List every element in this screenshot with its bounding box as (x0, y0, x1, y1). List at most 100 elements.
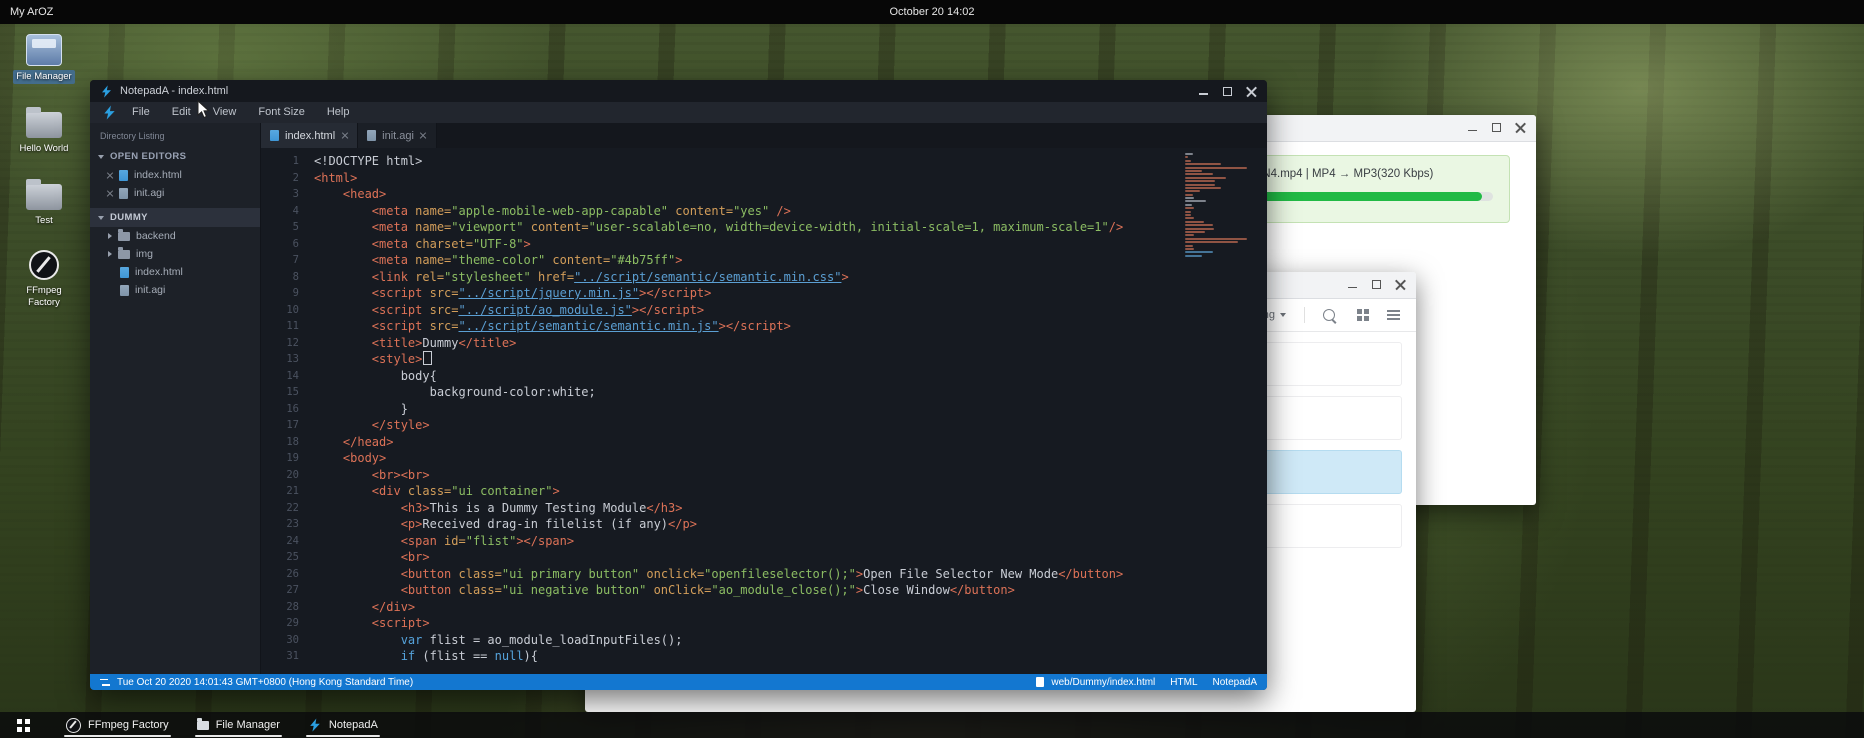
minimize-icon[interactable] (1198, 86, 1209, 97)
status-filepath: web/Dummy/index.html (1051, 677, 1155, 688)
code-line-6[interactable]: 6 <meta charset="UTF-8"> (261, 236, 1267, 253)
code-line-24[interactable]: 24 <span id="flist"></span> (261, 533, 1267, 550)
code-line-11[interactable]: 11 <script src="../script/semantic/seman… (261, 318, 1267, 335)
minimap-line (1185, 167, 1247, 169)
maximize-icon[interactable] (1491, 122, 1502, 133)
code-line-25[interactable]: 25 <br> (261, 549, 1267, 566)
code-line-1[interactable]: 1<!DOCTYPE html> (261, 153, 1267, 170)
tree-item-init.agi[interactable]: init.agi (90, 281, 260, 299)
aroz-menu[interactable]: My ArOZ (10, 6, 53, 18)
tree-item-img[interactable]: img (90, 245, 260, 263)
minimap-line (1185, 234, 1194, 236)
desktop-icon-ffmpeg-factory[interactable]: FFmpeg Factory (8, 250, 80, 310)
close-file-icon[interactable] (106, 190, 113, 197)
menu-file[interactable]: File (121, 106, 161, 118)
code-line-18[interactable]: 18 </head> (261, 434, 1267, 451)
code-line-30[interactable]: 30 var flist = ao_module_loadInputFiles(… (261, 632, 1267, 649)
notepada-titlebar[interactable]: NotepadA - index.html (90, 80, 1267, 102)
project-folder-header[interactable]: DUMMY (90, 208, 260, 227)
open-editors-list: index.htmlinit.agi (90, 166, 260, 202)
close-icon[interactable] (1515, 122, 1526, 133)
code-line-19[interactable]: 19 <body> (261, 450, 1267, 467)
status-appname: NotepadA (1213, 677, 1257, 688)
code-text: var flist = ao_module_loadInputFiles(); (314, 632, 682, 649)
code-line-29[interactable]: 29 <script> (261, 615, 1267, 632)
folder-icon (118, 232, 130, 241)
start-button[interactable] (8, 712, 38, 738)
code-line-5[interactable]: 5 <meta name="viewport" content="user-sc… (261, 219, 1267, 236)
minimize-icon[interactable] (1347, 279, 1358, 290)
code-line-16[interactable]: 16 } (261, 401, 1267, 418)
close-file-icon[interactable] (106, 172, 113, 179)
code-line-10[interactable]: 10 <script src="../script/ao_module.js">… (261, 302, 1267, 319)
minimap-line (1185, 248, 1194, 250)
code-line-13[interactable]: 13 <style> (261, 351, 1267, 368)
desktop-icon-file-manager[interactable]: File Manager (8, 34, 80, 84)
minimize-icon[interactable] (1467, 122, 1478, 133)
code-line-27[interactable]: 27 <button class="ui negative button" on… (261, 582, 1267, 599)
line-number: 2 (261, 170, 314, 187)
menu-help[interactable]: Help (316, 106, 361, 118)
grid-view-icon[interactable] (1357, 309, 1362, 314)
file-icon (270, 130, 279, 141)
taskbar-item-label: NotepadA (329, 719, 378, 731)
list-view-icon[interactable] (1387, 310, 1400, 312)
code-line-15[interactable]: 15 background-color:white; (261, 384, 1267, 401)
code-line-3[interactable]: 3 <head> (261, 186, 1267, 203)
desktop-icon-test[interactable]: Test (8, 178, 80, 228)
code-line-8[interactable]: 8 <link rel="stylesheet" href="../script… (261, 269, 1267, 286)
maximize-icon[interactable] (1371, 279, 1382, 290)
close-icon[interactable] (1395, 279, 1406, 290)
minimap[interactable] (1185, 153, 1255, 257)
menu-font-size[interactable]: Font Size (247, 106, 315, 118)
close-tab-icon[interactable] (420, 132, 427, 139)
ffmpeg-icon (66, 718, 81, 733)
code-line-26[interactable]: 26 <button class="ui primary button" onc… (261, 566, 1267, 583)
code-line-23[interactable]: 23 <p>Received drag-in filelist (if any)… (261, 516, 1267, 533)
code-text: <h3>This is a Dummy Testing Module</h3> (314, 500, 682, 517)
desktop-icon-hello-world[interactable]: Hello World (8, 106, 80, 156)
code-line-14[interactable]: 14 body{ (261, 368, 1267, 385)
taskbar-item-notepada[interactable]: NotepadA (294, 712, 392, 738)
code-line-2[interactable]: 2<html> (261, 170, 1267, 187)
code-line-20[interactable]: 20 <br><br> (261, 467, 1267, 484)
code-line-4[interactable]: 4 <meta name="apple-mobile-web-app-capab… (261, 203, 1267, 220)
open-editor-item[interactable]: index.html (90, 166, 260, 184)
code-line-28[interactable]: 28 </div> (261, 599, 1267, 616)
minimap-line (1185, 194, 1193, 196)
open-editors-section-header[interactable]: OPEN EDITORS (90, 147, 260, 166)
line-number: 22 (261, 500, 314, 517)
close-icon[interactable] (1246, 86, 1257, 97)
code-line-7[interactable]: 7 <meta name="theme-color" content="#4b7… (261, 252, 1267, 269)
code-text: <span id="flist"></span> (314, 533, 574, 550)
window-title: NotepadA - index.html (120, 85, 228, 97)
menu-view[interactable]: View (202, 106, 248, 118)
text-cursor (423, 351, 432, 365)
taskbar-item-file-manager[interactable]: File Manager (183, 712, 294, 738)
file-manager-window-controls (1334, 279, 1406, 290)
code-line-12[interactable]: 12 <title>Dummy</title> (261, 335, 1267, 352)
code-line-9[interactable]: 9 <script src="../script/jquery.min.js">… (261, 285, 1267, 302)
notepada-menu-logo-icon (102, 105, 117, 120)
code-line-21[interactable]: 21 <div class="ui container"> (261, 483, 1267, 500)
minimap-line (1185, 190, 1200, 192)
tree-item-backend[interactable]: backend (90, 227, 260, 245)
tree-item-index.html[interactable]: index.html (90, 263, 260, 281)
desktop-icon-label: Hello World (17, 142, 72, 156)
taskbar-item-ffmpeg-factory[interactable]: FFmpeg Factory (52, 712, 183, 738)
search-icon[interactable] (1323, 309, 1335, 321)
tab-init.agi[interactable]: init.agi (358, 123, 437, 148)
line-number: 18 (261, 434, 314, 451)
tab-index.html[interactable]: index.html (261, 123, 358, 148)
close-tab-icon[interactable] (341, 132, 348, 139)
code-line-22[interactable]: 22 <h3>This is a Dummy Testing Module</h… (261, 500, 1267, 517)
menu-edit[interactable]: Edit (161, 106, 202, 118)
minimap-line (1185, 211, 1191, 213)
minimap-line (1185, 160, 1191, 162)
line-number: 12 (261, 335, 314, 352)
code-line-17[interactable]: 17 </style> (261, 417, 1267, 434)
open-editor-item[interactable]: init.agi (90, 184, 260, 202)
maximize-icon[interactable] (1222, 86, 1233, 97)
code-lines[interactable]: 1<!DOCTYPE html>2<html>3 <head>4 <meta n… (261, 148, 1267, 674)
code-line-31[interactable]: 31 if (flist == null){ (261, 648, 1267, 665)
